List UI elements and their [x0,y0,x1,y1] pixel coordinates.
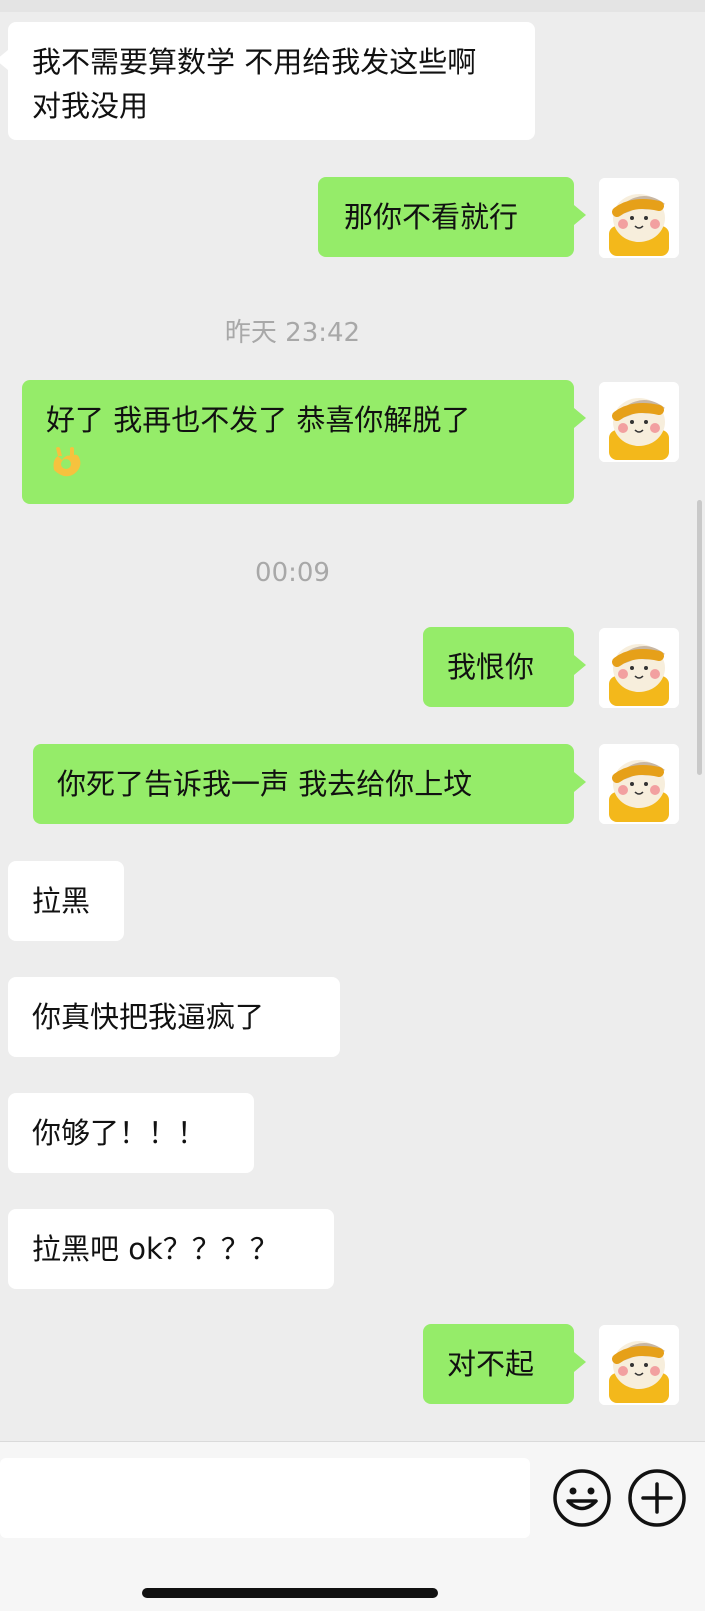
user-avatar[interactable] [599,744,679,824]
input-bar [0,1441,705,1611]
message-text: 你够了！！！ [32,1116,207,1150]
chat-message-list[interactable]: 我不需要算数学 不用给我发这些啊 对我没用 那你不看就行 昨天 23:42 好了… [0,0,705,1441]
message-bubble-incoming[interactable]: 拉黑吧 ok？？？？ [8,1209,334,1289]
user-avatar[interactable] [599,628,679,708]
message-bubble-incoming[interactable]: 我不需要算数学 不用给我发这些啊 对我没用 [0,22,535,140]
message-text: 拉黑吧 ok？？？？ [32,1232,279,1266]
smiley-face-icon[interactable] [550,1466,614,1530]
message-text: 拉黑 [32,884,91,918]
message-bubble-incoming[interactable]: 你够了！！！ [8,1093,254,1173]
user-avatar[interactable] [599,382,679,462]
hamster-avatar-icon [599,1325,679,1405]
message-text: 你真快把我逼疯了 [32,1000,265,1034]
hamster-avatar-icon [599,628,679,708]
plus-circle-icon[interactable] [625,1466,689,1530]
message-bubble-outgoing[interactable]: 那你不看就行 [318,177,586,257]
hamster-avatar-icon [599,382,679,462]
message-text: 你死了告诉我一声 我去给你上坟 [57,767,473,801]
message-text: 那你不看就行 [344,200,519,234]
hamster-avatar-icon [599,744,679,824]
message-text: 好了 我再也不发了 恭喜你解脱了 [46,403,471,437]
message-bubble-incoming[interactable]: 拉黑 [8,861,124,941]
scrollbar-thumb[interactable] [697,500,702,775]
message-text: 我恨你 [447,650,535,684]
message-bubble-outgoing[interactable]: 好了 我再也不发了 恭喜你解脱了 [22,380,586,504]
ok-hand-emoji [46,442,86,494]
timestamp: 昨天 23:42 [224,318,361,348]
message-input[interactable] [0,1458,530,1538]
hamster-avatar-icon [599,178,679,258]
user-avatar[interactable] [599,178,679,258]
message-text: 我不需要算数学 不用给我发这些啊 对我没用 [32,45,477,123]
home-indicator[interactable] [142,1588,438,1598]
message-bubble-outgoing[interactable]: 你死了告诉我一声 我去给你上坟 [33,744,586,824]
message-text: 对不起 [447,1347,535,1381]
message-bubble-outgoing[interactable]: 对不起 [423,1324,586,1404]
timestamp: 00:09 [255,558,330,588]
user-avatar[interactable] [599,1325,679,1405]
message-bubble-outgoing[interactable]: 我恨你 [423,627,586,707]
message-bubble-incoming[interactable]: 你真快把我逼疯了 [8,977,340,1057]
